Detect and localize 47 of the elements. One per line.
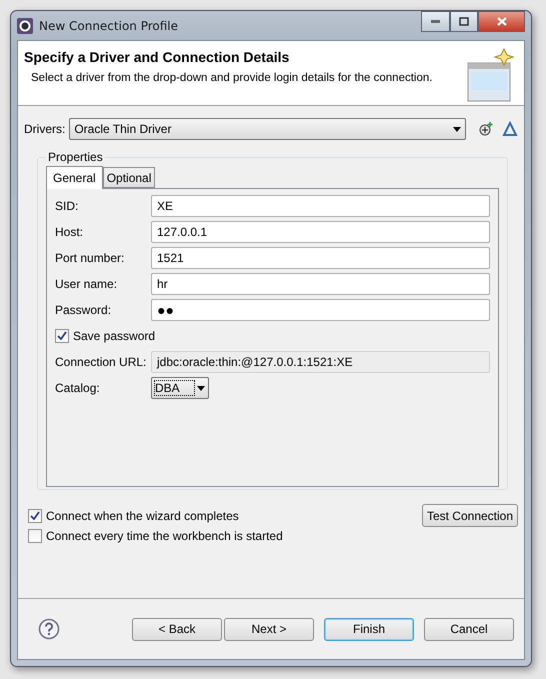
text-field[interactable]: hr xyxy=(151,273,490,295)
drivers-label: Drivers: xyxy=(24,122,66,136)
maximize-icon xyxy=(459,17,469,26)
new-driver-icon[interactable] xyxy=(478,121,494,137)
caret-icon xyxy=(453,126,461,132)
wizard-button[interactable]: Cancel xyxy=(424,618,514,640)
checkbox[interactable] xyxy=(28,529,42,543)
checkbox[interactable] xyxy=(28,508,42,522)
field-label: Port number: xyxy=(55,251,126,265)
checkbox-label: Connect when the wizard completes xyxy=(46,508,240,522)
group-title: Properties xyxy=(47,150,104,164)
text-field[interactable]: 127.0.0.1 xyxy=(151,221,490,243)
wizard-button[interactable]: < Back xyxy=(132,618,222,640)
field-label: Host: xyxy=(55,225,84,239)
catalog-dropdown[interactable]: DBA xyxy=(151,377,209,399)
triangle-icon[interactable] xyxy=(502,121,518,137)
field-label: User name: xyxy=(55,277,118,291)
check-icon xyxy=(30,510,40,520)
help-icon[interactable] xyxy=(38,618,60,640)
password-field[interactable]: ●● xyxy=(151,299,490,321)
tab[interactable]: General xyxy=(46,166,103,189)
gear-icon xyxy=(17,18,33,34)
field-label: SID: xyxy=(55,199,80,213)
check-icon xyxy=(57,331,67,341)
caret-icon xyxy=(197,386,205,390)
field-label: Password: xyxy=(55,303,112,317)
checkbox-label: Save password xyxy=(73,329,156,343)
checkbox[interactable] xyxy=(55,329,69,343)
field-label: Catalog: xyxy=(55,381,101,395)
wizard-button[interactable]: Finish xyxy=(324,618,414,640)
tab[interactable]: Optional xyxy=(102,167,156,188)
close-button[interactable] xyxy=(478,11,525,32)
close-icon xyxy=(496,17,506,26)
test-connection-button[interactable]: Test Connection xyxy=(422,504,518,527)
text-field[interactable]: XE xyxy=(151,195,490,217)
window-title: New Connection Profile xyxy=(39,18,180,32)
minimize-button[interactable] xyxy=(421,11,450,32)
driver-dropdown[interactable]: Oracle Thin Driver xyxy=(69,118,466,140)
minimize-icon xyxy=(431,20,440,23)
page-description: Select a driver from the drop-down and provide login details for the connection. xyxy=(30,71,434,86)
page-title: Specify a Driver and Connection Details xyxy=(24,49,290,65)
maximize-button[interactable] xyxy=(450,11,478,32)
text-field[interactable]: 1521 xyxy=(151,247,490,269)
wizard-button[interactable]: Next > xyxy=(224,618,314,640)
url-field: jdbc:oracle:thin:@127.0.0.1:1521:XE xyxy=(151,351,490,373)
checkbox-label: Connect every time the workbench is started xyxy=(46,529,283,543)
field-label: Connection URL: xyxy=(55,355,148,369)
